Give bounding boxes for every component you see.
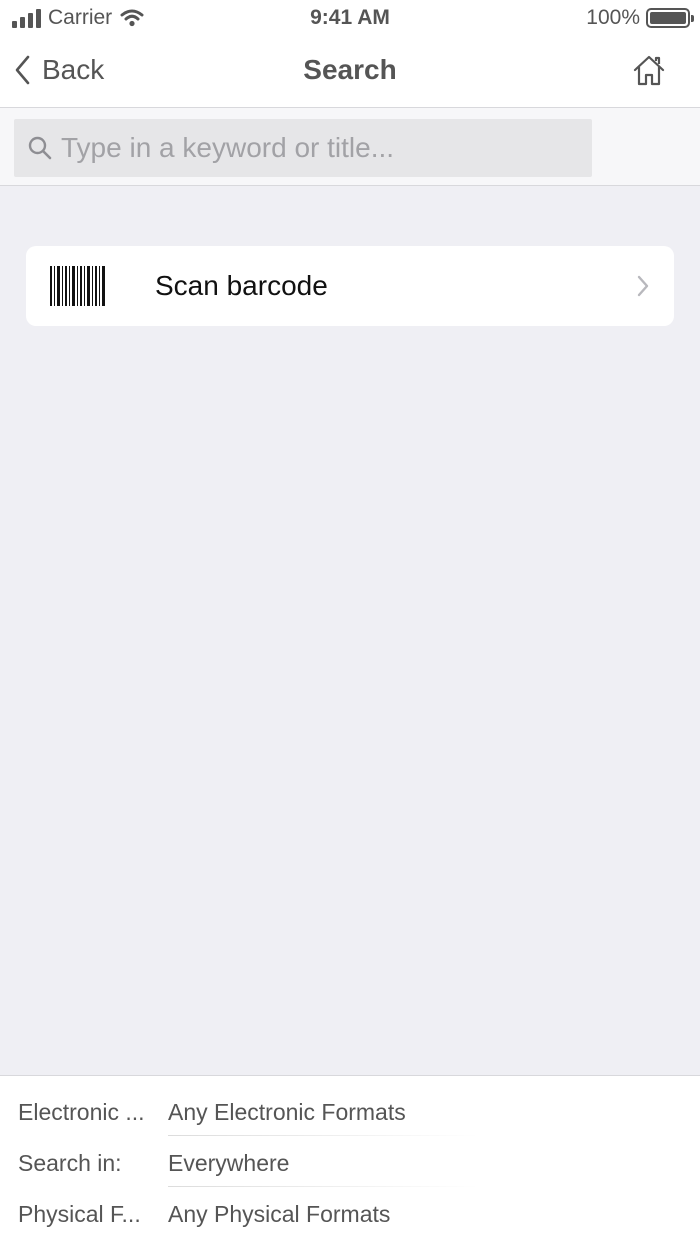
status-bar: Carrier 9:41 AM 100% — [0, 0, 700, 40]
chevron-right-icon — [637, 275, 649, 297]
battery-icon — [646, 8, 694, 28]
search-input[interactable] — [61, 128, 571, 168]
filter-value: Any Electronic Formats — [168, 1098, 406, 1125]
filter-search-in[interactable]: Search in: Everywhere — [18, 1138, 289, 1188]
filter-label: Electronic ... — [18, 1098, 145, 1125]
filter-physical-formats[interactable]: Physical F... Any Physical Formats — [18, 1189, 390, 1239]
barcode-icon — [50, 266, 105, 306]
filter-value: Any Physical Formats — [168, 1200, 391, 1227]
search-bar[interactable] — [14, 119, 592, 177]
page-title: Search — [303, 54, 397, 85]
search-area — [0, 108, 700, 186]
filter-label: Physical F... — [18, 1200, 141, 1227]
filter-label: Search in: — [18, 1149, 122, 1176]
status-right: 100% — [586, 6, 694, 30]
filter-divider — [168, 1135, 478, 1136]
scan-barcode-row[interactable]: Scan barcode — [26, 246, 674, 326]
filter-divider — [168, 1186, 478, 1187]
nav-bar: Back Search — [0, 40, 700, 108]
filter-value: Everywhere — [168, 1149, 290, 1176]
battery-percent: 100% — [586, 6, 640, 29]
filter-electronic-formats[interactable]: Electronic ... Any Electronic Formats — [18, 1087, 406, 1137]
scan-barcode-label: Scan barcode — [155, 270, 328, 301]
home-icon[interactable] — [632, 54, 666, 88]
search-filters: Electronic ... Any Electronic Formats Se… — [0, 1075, 700, 1244]
search-icon — [28, 136, 52, 160]
